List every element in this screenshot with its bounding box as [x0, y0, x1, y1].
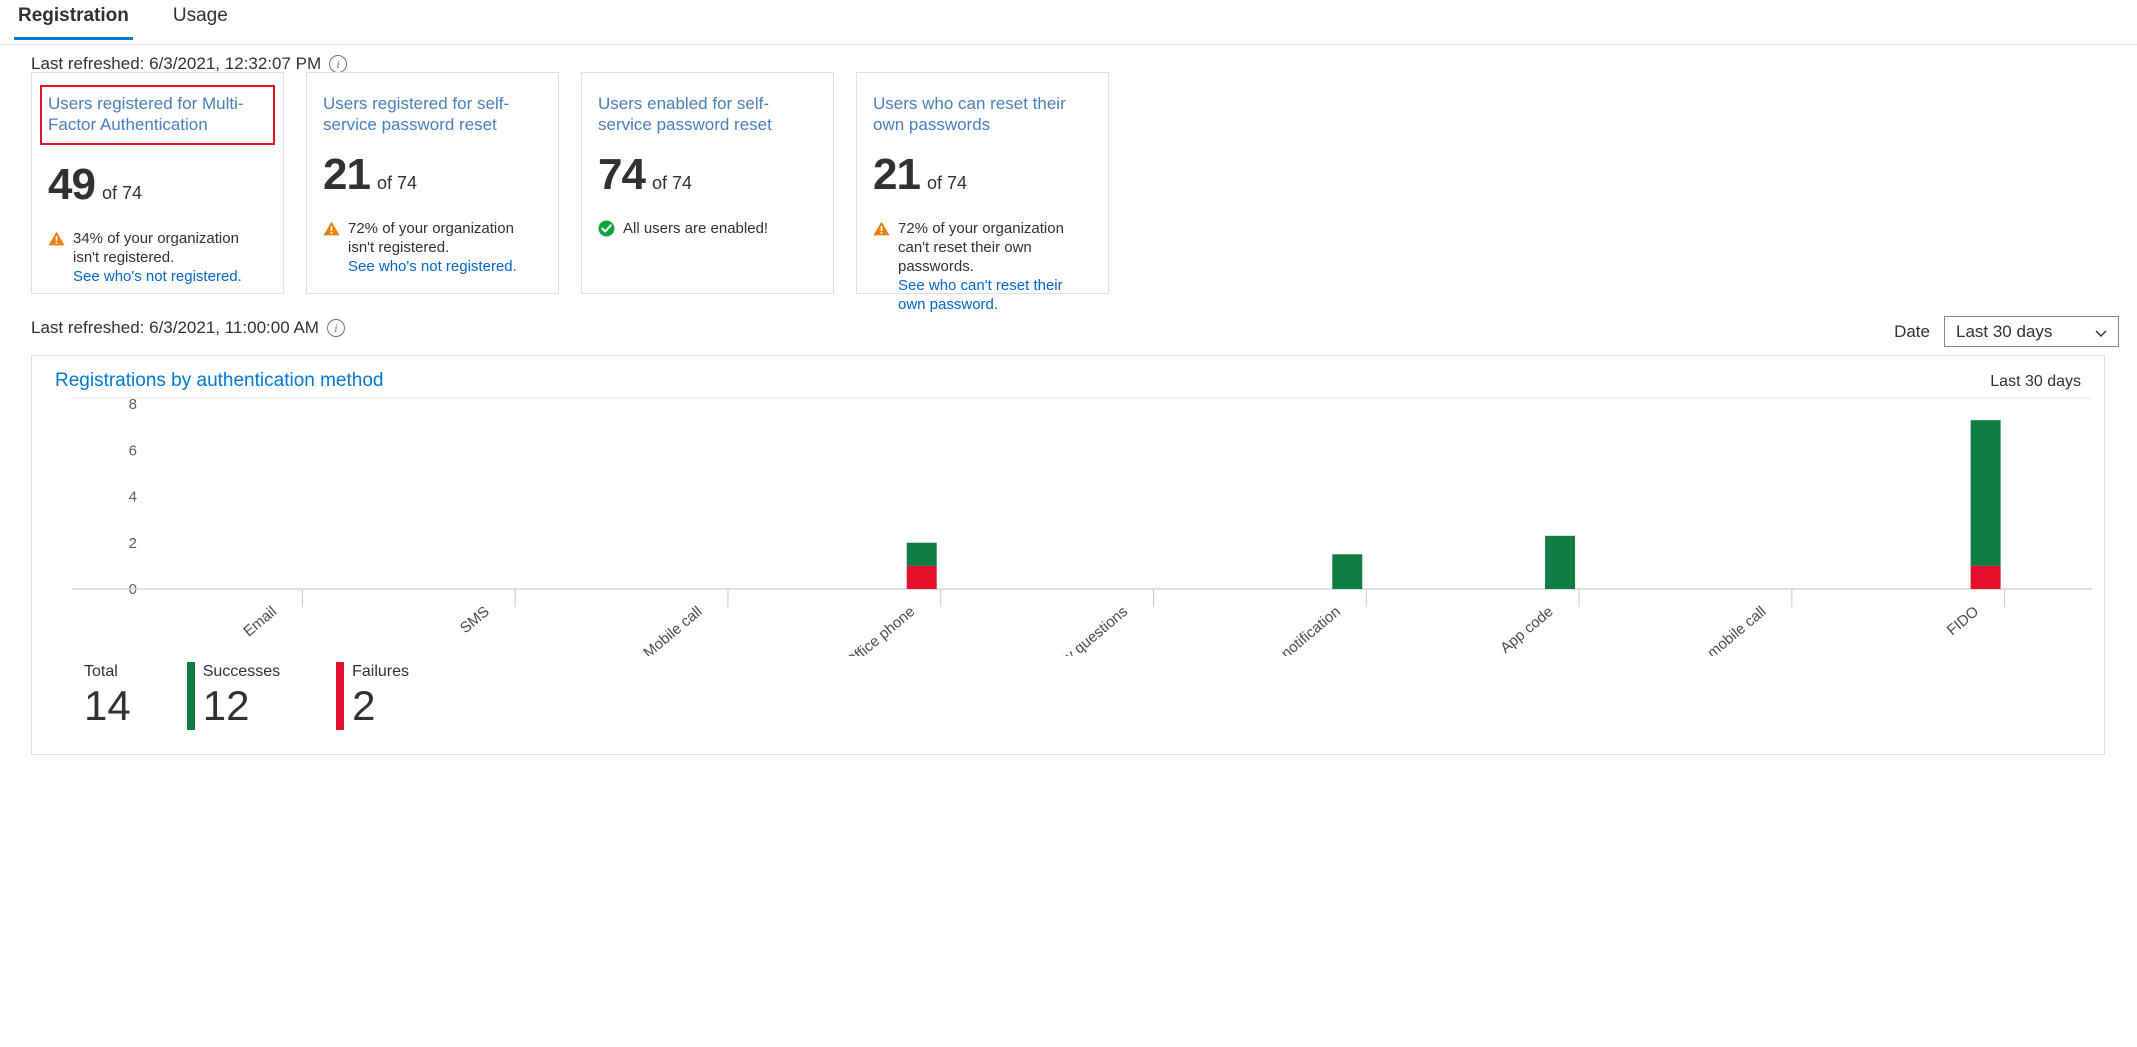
card-3-title[interactable]: Users enabled for self-service password …: [598, 93, 817, 135]
tab-registration[interactable]: Registration: [14, 0, 133, 40]
total-label: Total: [84, 663, 118, 680]
last-refreshed-bottom: Last refreshed: 6/3/2021, 11:00:00 AM i: [31, 318, 345, 338]
last-refreshed-bottom-text: Last refreshed: 6/3/2021, 11:00:00 AM: [31, 318, 319, 337]
chart-title[interactable]: Registrations by authentication method: [55, 370, 383, 392]
card-3-title-wrap: Users enabled for self-service password …: [598, 93, 817, 135]
chart-plot-area: 02468EmailSMSMobile callOffice phoneSecu…: [32, 396, 2104, 703]
bar-segment-successes[interactable]: [1970, 420, 2001, 566]
card-users-enabled-sspr[interactable]: Users enabled for self-service password …: [581, 72, 834, 294]
x-axis-category-label: Office phone: [842, 603, 918, 656]
x-axis-category-label: Alternate mobile call: [1655, 603, 1769, 656]
card-2-value: 21: [323, 150, 371, 199]
card-4-metric: 21 of 74: [873, 153, 1092, 197]
last-refreshed-top-text: Last refreshed: 6/3/2021, 12:32:07 PM: [31, 54, 322, 73]
card-1-metric: 49 of 74: [48, 163, 267, 207]
info-icon[interactable]: i: [329, 55, 348, 73]
tab-usage[interactable]: Usage: [169, 0, 232, 40]
card-4-status-message: 72% of your organization can't reset the…: [898, 220, 1064, 275]
card-3-value: 74: [598, 150, 646, 199]
total-item-successes: Successes 12: [186, 662, 281, 730]
warning-icon: [323, 221, 340, 236]
x-axis-category-label: Security questions: [1026, 603, 1131, 656]
card-1-title[interactable]: Users registered for Multi-Factor Authen…: [48, 93, 267, 135]
card-4-status: 72% of your organization can't reset the…: [873, 219, 1092, 314]
date-filter-label: Date: [1894, 321, 1930, 341]
card-4-title[interactable]: Users who can reset their own passwords: [873, 93, 1092, 135]
failures-value: 2: [352, 682, 376, 729]
card-3-metric: 74 of 74: [598, 153, 817, 197]
bar-segment-successes[interactable]: [1545, 535, 1576, 589]
card-3-status-text: All users are enabled!: [623, 219, 768, 238]
card-2-of-total: of 74: [376, 173, 417, 193]
last-refreshed-top: Last refreshed: 6/3/2021, 12:32:07 PM i: [31, 54, 348, 74]
date-filter: Date Last 30 days: [1894, 316, 2119, 347]
x-axis-category-label: SMS: [457, 603, 493, 637]
card-4-status-text: 72% of your organization can't reset the…: [898, 219, 1092, 314]
chart-header: Registrations by authentication method L…: [32, 356, 2104, 396]
bar-segment-successes[interactable]: [906, 542, 937, 566]
chart-range-label: Last 30 days: [1990, 373, 2081, 390]
card-4-value: 21: [873, 150, 921, 199]
info-icon[interactable]: i: [326, 319, 345, 337]
card-2-title[interactable]: Users registered for self-service passwo…: [323, 93, 542, 135]
card-1-status-link[interactable]: See who's not registered.: [73, 268, 242, 285]
x-axis-category-label: FIDO: [1944, 603, 1982, 639]
total-value: 14: [84, 682, 131, 729]
card-2-metric: 21 of 74: [323, 153, 542, 197]
bar-chart-svg: 02468EmailSMSMobile callOffice phoneSecu…: [72, 396, 2092, 703]
card-2-status-message: 72% of your organization isn't registere…: [348, 220, 514, 256]
card-2-status: 72% of your organization isn't registere…: [323, 219, 542, 276]
card-4-status-link[interactable]: See who can't reset their own password.: [898, 277, 1063, 313]
x-axis-category-label: App code: [1497, 603, 1556, 656]
chart-totals-legend: Total 14 Successes 12 Failures 2: [32, 662, 409, 740]
y-axis-tick-label: 4: [129, 489, 137, 506]
successes-value: 12: [202, 682, 250, 729]
tab-usage-label: Usage: [172, 5, 228, 26]
card-1-status-text: 34% of your organization isn't registere…: [73, 229, 267, 286]
tab-bar: Registration Usage: [0, 0, 2137, 45]
card-2-title-wrap: Users registered for self-service passwo…: [323, 93, 542, 135]
card-1-of-total: of 74: [101, 183, 142, 203]
card-users-registered-sspr[interactable]: Users registered for self-service passwo…: [306, 72, 559, 294]
successes-swatch-icon: [186, 662, 195, 730]
registrations-chart-panel: Registrations by authentication method L…: [31, 355, 2105, 755]
date-range-dropdown[interactable]: Last 30 days: [1944, 316, 2119, 347]
card-users-registered-mfa[interactable]: Users registered for Multi-Factor Authen…: [31, 72, 284, 294]
date-range-selected-value: Last 30 days: [1956, 321, 2053, 341]
card-1-highlight-box: Users registered for Multi-Factor Authen…: [40, 85, 275, 145]
y-axis-tick-label: 2: [129, 535, 137, 552]
success-icon: [598, 220, 615, 237]
bar-segment-failures[interactable]: [1970, 565, 2001, 589]
summary-cards: Users registered for Multi-Factor Authen…: [31, 72, 1109, 313]
x-axis-category-label: App notification: [1254, 603, 1344, 656]
bar-segment-failures[interactable]: [906, 565, 937, 589]
y-axis-tick-label: 8: [129, 396, 137, 413]
card-1-status-message: 34% of your organization isn't registere…: [73, 230, 239, 266]
successes-label: Successes: [202, 663, 281, 680]
card-1-status: 34% of your organization isn't registere…: [48, 229, 267, 286]
card-3-of-total: of 74: [651, 173, 692, 193]
total-item-failures: Failures 2: [336, 662, 409, 730]
chevron-down-icon: [2094, 325, 2108, 339]
bar-segment-successes[interactable]: [1332, 554, 1363, 589]
x-axis-category-label: Mobile call: [640, 603, 705, 656]
y-axis-tick-label: 6: [129, 442, 137, 459]
card-1-value: 49: [48, 160, 96, 209]
warning-icon: [48, 231, 65, 246]
card-3-status-message: All users are enabled!: [623, 220, 769, 237]
card-4-of-total: of 74: [926, 173, 967, 193]
tab-registration-label: Registration: [18, 5, 129, 26]
card-2-status-text: 72% of your organization isn't registere…: [348, 219, 542, 276]
card-2-status-link[interactable]: See who's not registered.: [348, 258, 517, 275]
x-axis-category-label: Email: [240, 603, 280, 640]
card-3-status: All users are enabled!: [598, 219, 817, 238]
card-4-title-wrap: Users who can reset their own passwords: [873, 93, 1092, 135]
failures-label: Failures: [352, 663, 409, 680]
card-users-can-reset-password[interactable]: Users who can reset their own passwords …: [856, 72, 1109, 313]
total-item-total: Total 14: [84, 662, 131, 730]
warning-icon: [873, 221, 890, 236]
failures-swatch-icon: [336, 662, 345, 730]
